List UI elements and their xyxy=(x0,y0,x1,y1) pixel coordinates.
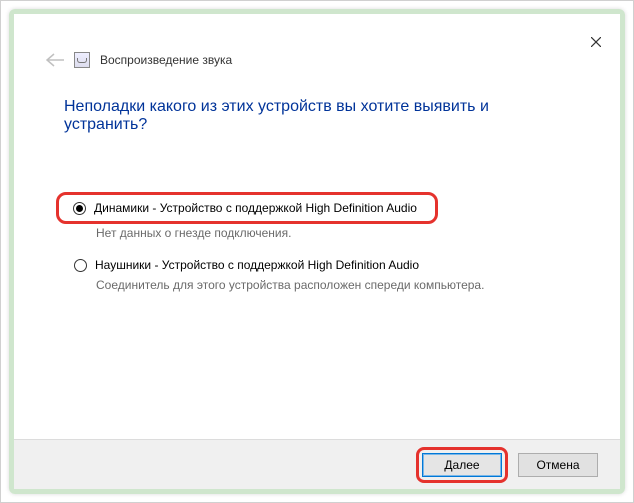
window-header: Воспроизведение звука xyxy=(14,14,620,68)
option-description: Соединитель для этого устройства располо… xyxy=(64,276,570,292)
window-title: Воспроизведение звука xyxy=(100,53,232,67)
option-description: Нет данных о гнезде подключения. xyxy=(64,224,570,240)
cancel-button[interactable]: Отмена xyxy=(518,453,598,477)
screenshot-frame: Воспроизведение звука Неполадки какого и… xyxy=(9,9,625,494)
close-icon xyxy=(591,37,601,47)
device-options: Динамики - Устройство с поддержкой High … xyxy=(14,134,620,292)
radio-label: Наушники - Устройство с поддержкой High … xyxy=(95,258,419,272)
option-speakers: Динамики - Устройство с поддержкой High … xyxy=(64,192,570,240)
close-button[interactable] xyxy=(586,32,606,52)
radio-option[interactable]: Динамики - Устройство с поддержкой High … xyxy=(63,197,427,219)
radio-icon xyxy=(74,259,87,272)
back-button[interactable] xyxy=(46,53,64,67)
dialog-footer: Далее Отмена xyxy=(14,439,620,489)
radio-icon xyxy=(73,202,86,215)
troubleshooter-icon xyxy=(74,52,90,68)
annotation-highlight: Динамики - Устройство с поддержкой High … xyxy=(56,192,438,224)
radio-option[interactable]: Наушники - Устройство с поддержкой High … xyxy=(64,254,570,276)
arrow-left-icon xyxy=(46,53,64,67)
option-headphones: Наушники - Устройство с поддержкой High … xyxy=(64,254,570,292)
annotation-highlight: Далее xyxy=(416,447,508,483)
troubleshooter-window: Воспроизведение звука Неполадки какого и… xyxy=(14,14,620,489)
page-heading: Неполадки какого из этих устройств вы хо… xyxy=(14,68,620,134)
radio-label: Динамики - Устройство с поддержкой High … xyxy=(94,201,417,215)
next-button[interactable]: Далее xyxy=(422,453,502,477)
